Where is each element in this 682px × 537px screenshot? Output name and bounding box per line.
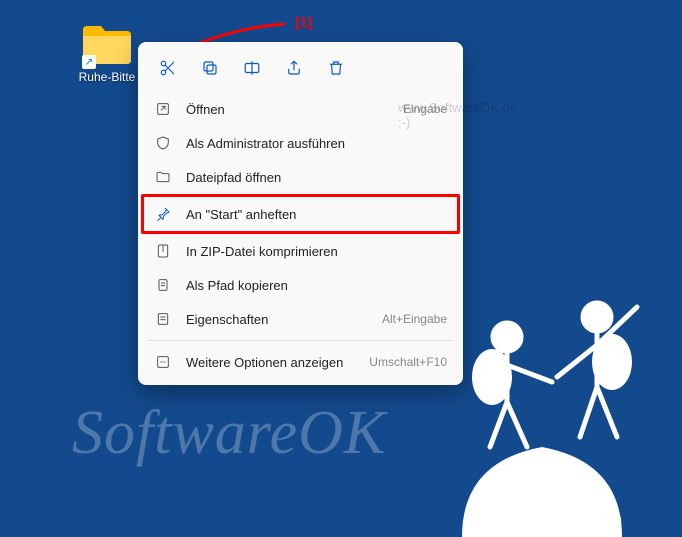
rename-icon — [243, 59, 261, 77]
context-menu: www.SoftwareOK.de :-) Öffnen Eingabe Als… — [138, 42, 463, 385]
menu-label: Weitere Optionen anzeigen — [186, 355, 355, 370]
shortcut-arrow-icon: ↗ — [82, 55, 96, 69]
menu-item-more-options[interactable]: Weitere Optionen anzeigen Umschalt+F10 — [144, 345, 457, 379]
folder-open-icon — [154, 168, 172, 186]
properties-icon — [154, 310, 172, 328]
menu-item-open[interactable]: Öffnen Eingabe — [144, 92, 457, 126]
menu-item-zip[interactable]: In ZIP-Datei komprimieren — [144, 234, 457, 268]
menu-label: In ZIP-Datei komprimieren — [186, 244, 433, 259]
menu-label: Öffnen — [186, 102, 389, 117]
context-menu-toolbar — [144, 48, 457, 92]
copy-button[interactable] — [192, 52, 228, 84]
open-icon — [154, 100, 172, 118]
menu-shortcut: Umschalt+F10 — [369, 355, 447, 369]
menu-label: Dateipfad öffnen — [186, 170, 433, 185]
menu-label: An "Start" anheften — [186, 207, 433, 222]
more-icon — [154, 353, 172, 371]
menu-shortcut: Alt+Eingabe — [382, 312, 447, 326]
menu-item-admin[interactable]: Als Administrator ausführen — [144, 126, 457, 160]
pin-icon — [154, 205, 172, 223]
menu-separator — [148, 340, 453, 341]
share-icon — [285, 59, 303, 77]
shield-icon — [154, 134, 172, 152]
trash-icon — [327, 59, 345, 77]
watermark-bottom: www.SoftwareOK.de :-) — [477, 511, 623, 527]
menu-label: Als Administrator ausführen — [186, 136, 433, 151]
copy-icon — [201, 59, 219, 77]
rename-button[interactable] — [234, 52, 270, 84]
menu-label: Als Pfad kopieren — [186, 278, 433, 293]
menu-shortcut: Eingabe — [403, 102, 447, 116]
annotation-1: [1] — [295, 14, 312, 30]
menu-item-properties[interactable]: Eigenschaften Alt+Eingabe — [144, 302, 457, 336]
desktop-shortcut-folder[interactable]: ↗ Ruhe-Bitte — [72, 22, 142, 84]
desktop-icon-label: Ruhe-Bitte — [72, 70, 142, 84]
menu-item-pin-start[interactable]: An "Start" anheften — [141, 194, 460, 234]
cut-button[interactable] — [150, 52, 186, 84]
copy-path-icon — [154, 276, 172, 294]
menu-label: Eigenschaften — [186, 312, 368, 327]
share-button[interactable] — [276, 52, 312, 84]
menu-item-copy-path[interactable]: Als Pfad kopieren — [144, 268, 457, 302]
zip-icon — [154, 242, 172, 260]
scissors-icon — [159, 59, 177, 77]
delete-button[interactable] — [318, 52, 354, 84]
watermark-large: SoftwareOK — [72, 398, 386, 469]
menu-item-path[interactable]: Dateipfad öffnen — [144, 160, 457, 194]
